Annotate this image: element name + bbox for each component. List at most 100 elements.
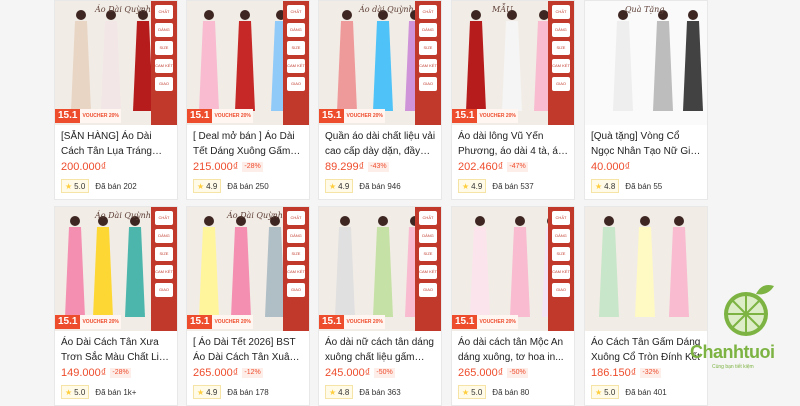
- product-image[interactable]: Quà Tặng: [585, 1, 707, 125]
- feature-tag: GIAO: [155, 283, 173, 297]
- model-figure: [515, 216, 525, 226]
- voucher-label: VOUCHER 20%: [212, 315, 253, 329]
- feature-tag: GIAO: [419, 283, 437, 297]
- promo-badge: 15.1 VOUCHER 20%: [319, 109, 385, 123]
- rating-value: 5.0: [74, 181, 86, 191]
- feature-tag: SIZE: [552, 247, 570, 261]
- model-figure: [240, 10, 250, 20]
- product-card[interactable]: 15.1VOUCHER 20% CHẤT LIỆUDÁNG SIZE CAM KẾT G…: [451, 206, 575, 406]
- product-card[interactable]: 15.1VOUCHER 20% CHẤT LIỆUDÁNG SIZE CAM KẾT G…: [318, 206, 442, 406]
- rating-badge: ★ 5.0: [61, 385, 90, 399]
- feature-tag: DÁNG: [419, 229, 437, 243]
- watermark-brand: Chanhtuoi: [690, 342, 775, 362]
- promo-date: 15.1: [319, 315, 345, 329]
- feature-tag: GIAO: [155, 77, 173, 91]
- rating-value: 5.0: [74, 387, 86, 397]
- product-image[interactable]: [585, 207, 707, 331]
- feature-tag: CAM KẾT: [287, 265, 305, 279]
- product-image[interactable]: Áo dài Quỳnh Anh15.1VOUCHER 20%CHẤT LIỆU…: [319, 1, 441, 125]
- discount-badge: -32%: [640, 368, 661, 378]
- promo-date: 15.1: [55, 315, 81, 329]
- model-figure: [640, 216, 650, 226]
- model-figure: [340, 216, 350, 226]
- feature-tag: SIZE: [552, 41, 570, 55]
- product-card[interactable]: MẪU 15.1VOUCHER 20% CHẤT LIỆUDÁNG SIZE CAM K…: [451, 0, 575, 200]
- discount-badge: -28%: [242, 162, 263, 172]
- product-image[interactable]: 15.1VOUCHER 20% CHẤT LIỆUDÁNG SIZE CAM KẾT G…: [319, 207, 441, 331]
- product-photo: [585, 207, 707, 331]
- meta-row: ★ 4.9 Đã bán 250: [193, 179, 269, 193]
- feature-tag: SIZE: [155, 41, 173, 55]
- meta-row: ★ 4.8 Đã bán 363: [325, 385, 401, 399]
- model-figure: [342, 10, 352, 20]
- promo-badge: 15.1 VOUCHER 20%: [452, 315, 518, 329]
- product-title[interactable]: Áo dài lông Vũ Yến Phương, áo dài 4 tà, …: [458, 129, 570, 159]
- product-title[interactable]: [ Deal mở bán ] Áo Dài Tết Dáng Xuông Gấ…: [193, 129, 305, 159]
- meta-row: ★ 5.0 Đã bán 80: [458, 385, 529, 399]
- promo-date: 15.1: [187, 109, 213, 123]
- promo-badge: 15.1 VOUCHER 20%: [55, 109, 121, 123]
- feature-tag: CHẤT LIỆU: [419, 5, 437, 28]
- product-image[interactable]: Áo Dài Quỳnh Anh15.1VOUCHER 20%CHẤT LIỆU…: [187, 207, 309, 331]
- rating-value: 4.9: [471, 181, 483, 191]
- feature-tag: CHẤT LIỆU: [155, 211, 173, 234]
- promo-date: 15.1: [452, 109, 478, 123]
- feature-tag: GIAO: [287, 77, 305, 91]
- feature-tag: DÁNG: [287, 229, 305, 243]
- product-title[interactable]: Áo dài cách tân Mộc An dáng xuông, tơ ho…: [458, 335, 570, 365]
- model-figure: [674, 216, 684, 226]
- rating-badge: ★ 4.8: [591, 179, 620, 193]
- product-image[interactable]: 15.1VOUCHER 20% CHẤT LIỆUDÁNG SIZE CAM KẾT G…: [452, 207, 574, 331]
- feature-tag: CAM KẾT: [419, 265, 437, 279]
- feature-tag: DÁNG: [552, 229, 570, 243]
- rating-value: 5.0: [604, 387, 616, 397]
- feature-strip: CHẤT LIỆUDÁNG SIZE CAM KẾT GIAO: [283, 1, 309, 125]
- product-card[interactable]: Quà Tặng [Quà tặng] Vòng Cổ Ngọc Nhân Tạo…: [584, 0, 708, 200]
- feature-tag: CAM KẾT: [155, 59, 173, 73]
- product-image[interactable]: MẪU 15.1VOUCHER 20% CHẤT LIỆUDÁNG SIZE CAM K…: [452, 1, 574, 125]
- rating-badge: ★ 4.9: [193, 179, 222, 193]
- feature-tag: DÁNG: [287, 23, 305, 37]
- product-image[interactable]: Áo Dài Quỳnh Anh15.1VOUCHER 20%CHẤT LIỆU…: [55, 207, 177, 331]
- star-icon: ★: [595, 387, 603, 397]
- rating-badge: ★ 5.0: [61, 179, 90, 193]
- feature-tag: SIZE: [419, 247, 437, 261]
- discount-badge: -28%: [110, 368, 131, 378]
- product-price: 245.000₫: [325, 367, 371, 379]
- product-title[interactable]: [SẴN HÀNG] Áo Dài Cách Tân Lụa Tráng Gươ…: [61, 129, 173, 159]
- model-figure: [76, 10, 86, 20]
- product-image[interactable]: 15.1VOUCHER 20% CHẤT LIỆUDÁNG SIZE CAM KẾT G…: [187, 1, 309, 125]
- feature-tag: CAM KẾT: [419, 59, 437, 73]
- product-card[interactable]: Áo dài Quỳnh Anh15.1VOUCHER 20%CHẤT LIỆU…: [318, 0, 442, 200]
- rating-badge: ★ 4.8: [325, 385, 354, 399]
- feature-tag: DÁNG: [552, 23, 570, 37]
- product-title[interactable]: Quần áo dài chất liệu vải cao cấp dày dặ…: [325, 129, 437, 159]
- product-card[interactable]: Áo Dài Quỳnh Anh15.1VOUCHER 20%CHẤT LIỆU…: [186, 206, 310, 406]
- promo-badge: 15.1 VOUCHER 20%: [187, 109, 253, 123]
- discount-badge: -47%: [507, 162, 528, 172]
- feature-tag: GIAO: [552, 283, 570, 297]
- feature-strip: CHẤT LIỆUDÁNG SIZE CAM KẾT GIAO: [548, 207, 574, 331]
- rating-value: 4.8: [604, 181, 616, 191]
- discount-badge: -12%: [242, 368, 263, 378]
- product-card[interactable]: Áo Dài Quỳnh Anh15.1VOUCHER 20%CHẤT LIỆU…: [54, 206, 178, 406]
- product-title[interactable]: Áo Dài Cách Tân Xưa Trơn Sắc Màu Chất Li…: [61, 335, 173, 365]
- sold-count: Đã bán 202: [95, 181, 137, 191]
- product-image[interactable]: Áo Dài Quỳnh Anh15.1VOUCHER 20%CHẤT LIỆU…: [55, 1, 177, 125]
- discount-badge: -43%: [368, 162, 389, 172]
- discount-badge: -50%: [507, 368, 528, 378]
- feature-strip: CHẤT LIỆUDÁNG SIZE CAM KẾT GIAO: [283, 207, 309, 331]
- model-figure: [471, 10, 481, 20]
- feature-tag: CAM KẾT: [155, 265, 173, 279]
- product-title[interactable]: Áo dài nữ cách tân dáng xuông chất liệu …: [325, 335, 437, 365]
- rating-value: 4.8: [338, 387, 350, 397]
- product-card[interactable]: Áo Dài Quỳnh Anh15.1VOUCHER 20%CHẤT LIỆU…: [54, 0, 178, 200]
- star-icon: ★: [462, 181, 470, 191]
- product-title[interactable]: Áo Cách Tân Gấm Dáng Xuông Cổ Tròn Đính …: [591, 335, 703, 365]
- product-title[interactable]: [Quà tặng] Vòng Cổ Ngọc Nhân Tạo Nữ Giá …: [591, 129, 703, 159]
- product-title[interactable]: [ Áo Dài Tết 2026] BST Áo Dài Cách Tân X…: [193, 335, 305, 365]
- feature-tag: CHẤT LIỆU: [552, 5, 570, 28]
- feature-tag: SIZE: [287, 41, 305, 55]
- product-card[interactable]: 15.1VOUCHER 20% CHẤT LIỆUDÁNG SIZE CAM KẾT G…: [186, 0, 310, 200]
- model-figure: [204, 216, 214, 226]
